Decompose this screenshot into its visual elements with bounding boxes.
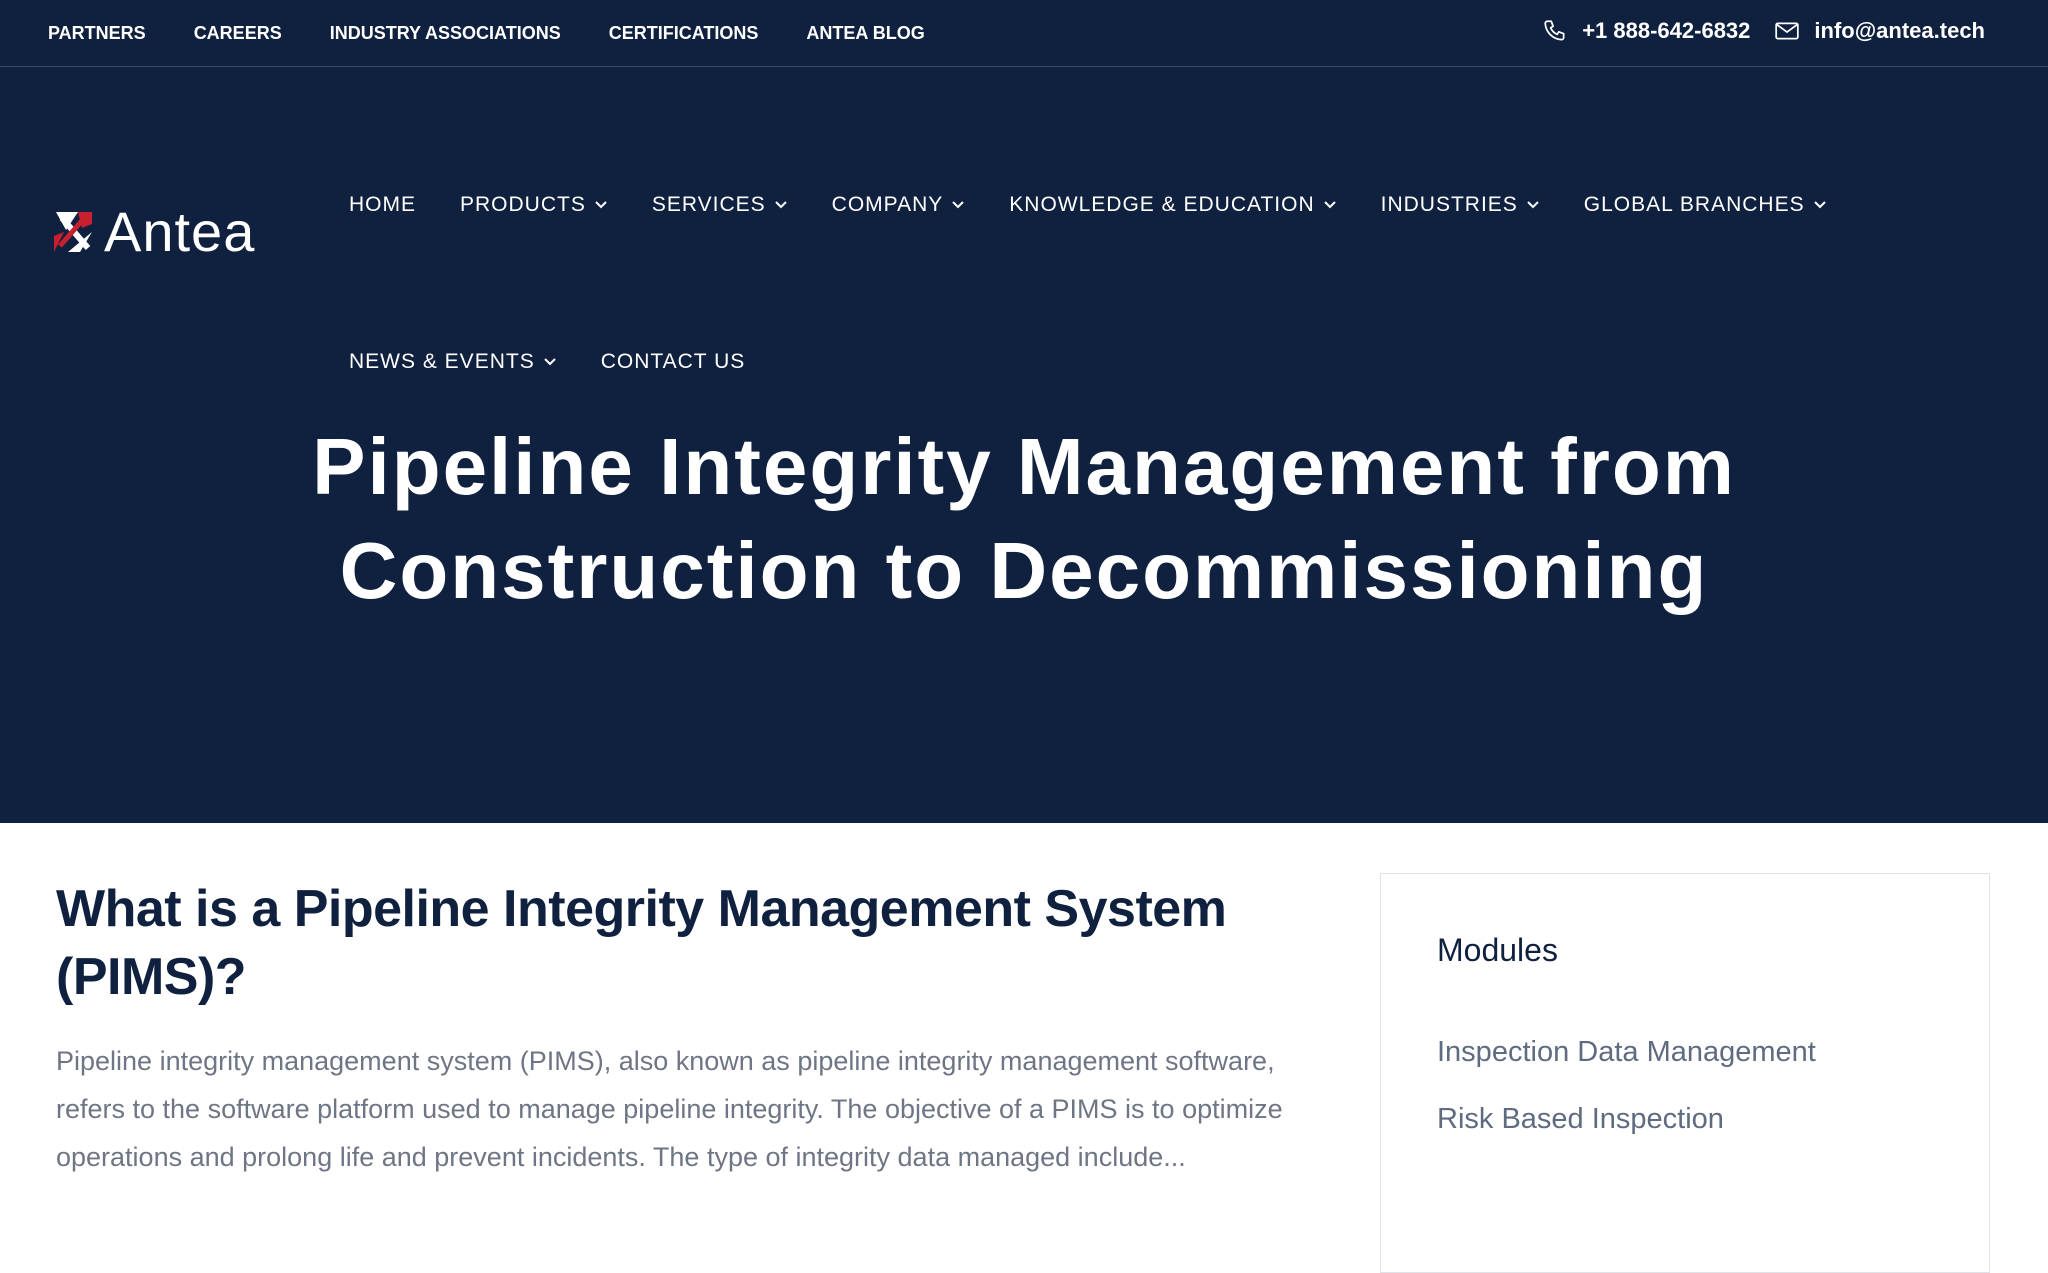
nav-item-label: INDUSTRIES bbox=[1380, 193, 1518, 216]
chevron-down-icon bbox=[1323, 201, 1336, 209]
chevron-down-icon bbox=[595, 201, 607, 209]
phone-icon bbox=[1544, 20, 1565, 41]
nav-item-industries[interactable]: INDUSTRIES bbox=[1381, 193, 1540, 217]
chevron-down-icon bbox=[1527, 201, 1539, 209]
hero-section: Pipeline Integrity Management from Const… bbox=[0, 415, 2048, 823]
nav-item-label: NEWS & EVENTS bbox=[349, 350, 535, 373]
utility-link-certifications[interactable]: CERTIFICATIONS bbox=[609, 23, 759, 44]
article-heading-line-1: What is a Pipeline Integrity Management … bbox=[56, 880, 1227, 938]
nav-item-services[interactable]: SERVICES bbox=[652, 193, 788, 217]
utility-links: PARTNERS CAREERS INDUSTRY ASSOCIATIONS C… bbox=[48, 0, 973, 66]
nav-item-label: PRODUCTS bbox=[460, 193, 586, 216]
article-heading: What is a Pipeline Integrity Management … bbox=[56, 875, 1326, 1011]
article-heading-line-2: (PIMS)? bbox=[56, 948, 247, 1006]
main-header: Antea HOME PRODUCTS SERVICES COMPANY KNO… bbox=[0, 67, 2048, 415]
hero-title-line-1: Pipeline Integrity Management from bbox=[312, 422, 1736, 511]
module-link-inspection-data-management[interactable]: Inspection Data Management bbox=[1437, 1019, 1816, 1086]
nav-item-label: CONTACT US bbox=[600, 350, 746, 373]
sidebar-title: Modules bbox=[1437, 932, 1558, 968]
site-header: PARTNERS CAREERS INDUSTRY ASSOCIATIONS C… bbox=[0, 0, 2048, 823]
phone-link[interactable]: +1 888-642-6832 bbox=[1542, 18, 1750, 44]
phone-number: +1 888-642-6832 bbox=[1582, 18, 1751, 43]
chevron-down-icon bbox=[543, 358, 556, 366]
contact-info: +1 888-642-6832 info@antea.tech bbox=[1518, 0, 1985, 62]
nav-item-global-branches[interactable]: GLOBAL BRANCHES bbox=[1584, 193, 1827, 217]
module-link-risk-based-inspection[interactable]: Risk Based Inspection bbox=[1437, 1086, 1816, 1153]
modules-list: Inspection Data Management Risk Based In… bbox=[1437, 1019, 1816, 1153]
nav-item-label: COMPANY bbox=[831, 193, 944, 216]
utility-link-industry-associations[interactable]: INDUSTRY ASSOCIATIONS bbox=[330, 23, 561, 44]
nav-item-label: GLOBAL BRANCHES bbox=[1583, 193, 1805, 216]
email-link[interactable]: info@antea.tech bbox=[1774, 18, 1985, 44]
email-address: info@antea.tech bbox=[1814, 18, 1985, 43]
nav-item-news-events[interactable]: NEWS & EVENTS bbox=[349, 350, 557, 374]
antea-logo[interactable]: Antea bbox=[48, 199, 255, 264]
antea-logo-mark-icon bbox=[54, 211, 92, 252]
chevron-down-icon bbox=[952, 201, 965, 209]
content-area: What is a Pipeline Integrity Management … bbox=[0, 823, 2048, 1273]
primary-nav-row-1: HOME PRODUCTS SERVICES COMPANY KNOWLEDGE… bbox=[349, 193, 1871, 217]
chevron-down-icon bbox=[1813, 201, 1826, 209]
nav-item-label: HOME bbox=[349, 193, 416, 216]
mail-icon bbox=[1775, 22, 1800, 40]
hero-title-line-2: Construction to Decommissioning bbox=[339, 526, 1709, 615]
nav-item-home[interactable]: HOME bbox=[349, 193, 416, 217]
article: What is a Pipeline Integrity Management … bbox=[56, 875, 1326, 1181]
nav-item-products[interactable]: PRODUCTS bbox=[460, 193, 608, 217]
primary-nav-row-2: NEWS & EVENTS CONTACT US bbox=[349, 350, 789, 374]
nav-item-company[interactable]: COMPANY bbox=[832, 193, 966, 217]
utility-bar: PARTNERS CAREERS INDUSTRY ASSOCIATIONS C… bbox=[0, 0, 2048, 67]
chevron-down-icon bbox=[774, 201, 787, 209]
hero-title: Pipeline Integrity Management from Const… bbox=[0, 415, 2048, 623]
nav-item-label: KNOWLEDGE & EDUCATION bbox=[1009, 193, 1315, 216]
modules-sidebar: Modules Inspection Data Management Risk … bbox=[1380, 873, 1990, 1273]
nav-item-label: SERVICES bbox=[651, 193, 766, 216]
nav-item-contact-us[interactable]: CONTACT US bbox=[601, 350, 746, 374]
logo-wordmark: Antea bbox=[104, 200, 256, 263]
utility-link-antea-blog[interactable]: ANTEA BLOG bbox=[806, 23, 924, 44]
article-paragraph: Pipeline integrity management system (PI… bbox=[56, 1046, 1283, 1172]
utility-link-careers[interactable]: CAREERS bbox=[194, 23, 282, 44]
utility-link-partners[interactable]: PARTNERS bbox=[48, 23, 146, 44]
nav-item-knowledge-education[interactable]: KNOWLEDGE & EDUCATION bbox=[1009, 193, 1336, 217]
